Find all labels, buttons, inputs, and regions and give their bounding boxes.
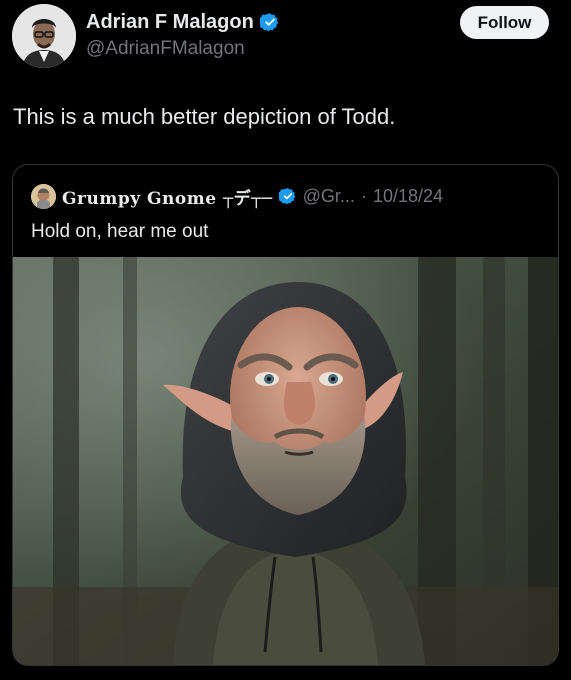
quoted-tweet-card[interactable]: Grumpy Gnome ┬デ┬─ @Gr... · 10/18/24 Hold… (12, 164, 559, 666)
quoted-tweet-header: Grumpy Gnome ┬デ┬─ @Gr... · 10/18/24 (31, 183, 443, 209)
meta-separator: · (360, 185, 367, 206)
quoted-author-avatar[interactable] (31, 183, 56, 209)
tweet-text: This is a much better depiction of Todd. (13, 104, 396, 129)
profile-photo-avatar-icon (12, 4, 76, 68)
gnome-avatar-icon (31, 183, 56, 209)
quoted-tweet-text: Hold on, hear me out (31, 221, 209, 242)
quoted-author-display-name[interactable]: Grumpy Gnome ┬デ┬─ (62, 184, 273, 209)
author-avatar[interactable] (12, 4, 76, 68)
tweet-header: Adrian F Malagon @AdrianFMalagon Follow (0, 0, 571, 80)
author-display-name[interactable]: Adrian F Malagon (86, 10, 254, 34)
quoted-author-handle[interactable]: @Gr... (303, 186, 355, 207)
verified-badge-icon (259, 13, 278, 32)
quoted-verified-badge-icon (278, 188, 296, 205)
author-handle[interactable]: @AdrianFMalagon (86, 38, 245, 60)
author-name-row: Adrian F Malagon (86, 10, 280, 34)
quoted-tweet-date[interactable]: 10/18/24 (373, 186, 443, 207)
follow-button[interactable]: Follow (460, 6, 549, 39)
gnome-in-hoodie-photo-icon (13, 257, 558, 665)
quoted-tweet-image[interactable] (13, 257, 558, 665)
